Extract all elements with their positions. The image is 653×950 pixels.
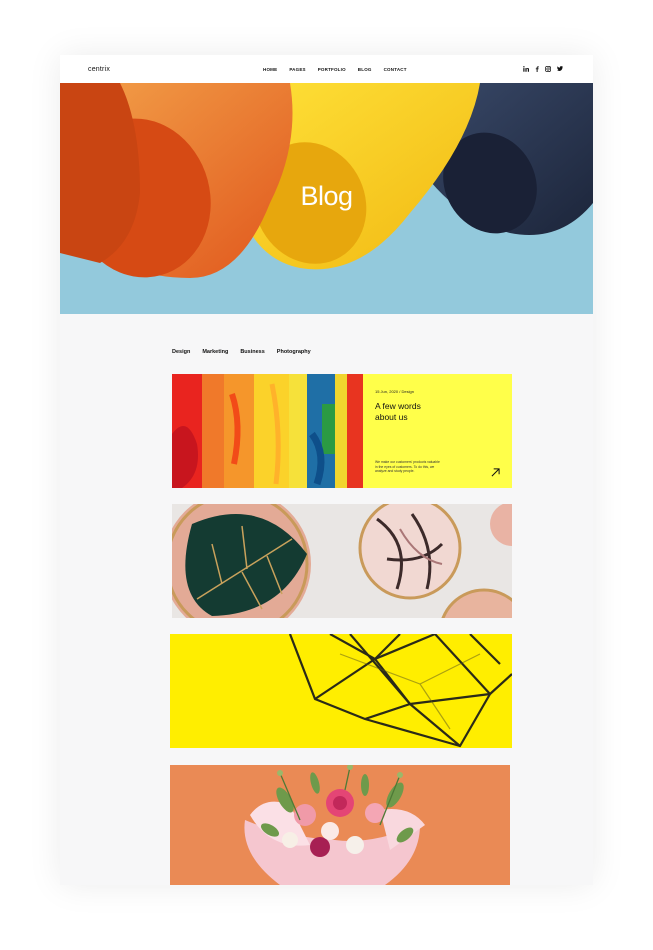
geometric-wire-image [170,634,512,748]
nav-item-portfolio[interactable]: PORTFOLIO [318,67,346,72]
category-business[interactable]: Business [240,349,264,355]
nav-item-blog[interactable]: BLOG [358,67,372,72]
page-title: Blog [300,181,353,211]
main-nav: HOME PAGES PORTFOLIO BLOG CONTACT [263,67,407,72]
twitter-icon[interactable] [557,66,563,71]
category-design[interactable]: Design [172,349,190,355]
blog-post-image-card[interactable] [170,765,510,885]
blog-post-image-card[interactable] [170,634,512,748]
nav-item-contact[interactable]: CONTACT [384,67,407,72]
post-info-panel: 15 Jun, 2020 / Design A few words about … [363,374,512,488]
paint-strokes-image [172,374,363,488]
blog-post-card[interactable]: 15 Jun, 2020 / Design A few words about … [172,374,512,488]
category-photography[interactable]: Photography [277,349,311,355]
instagram-icon[interactable] [545,66,551,72]
linkedin-icon[interactable] [523,66,529,72]
social-links [523,66,563,72]
post-image[interactable] [172,374,363,488]
category-filter: Design Marketing Business Photography [172,349,311,355]
blog-post-image-card[interactable] [172,504,512,618]
flower-bouquet-image [170,765,510,885]
facebook-icon[interactable] [535,66,539,72]
hero-banner: Blog [60,83,593,314]
leaf-hoops-image [172,504,512,618]
post-excerpt: We make our customers' products valuable… [375,460,440,474]
category-marketing[interactable]: Marketing [202,349,228,355]
post-title-line-2: about us [375,412,408,422]
logo[interactable]: centrix [88,66,110,73]
arrow-up-right-icon[interactable] [491,468,500,477]
page-container: centrix HOME PAGES PORTFOLIO BLOG CONTAC… [60,55,593,885]
post-meta: 15 Jun, 2020 / Design [375,389,414,394]
nav-item-pages[interactable]: PAGES [289,67,305,72]
post-title-line-1: A few words [375,401,421,411]
post-title[interactable]: A few words about us [375,401,445,423]
nav-item-home[interactable]: HOME [263,67,277,72]
top-navbar: centrix HOME PAGES PORTFOLIO BLOG CONTAC… [60,55,593,83]
